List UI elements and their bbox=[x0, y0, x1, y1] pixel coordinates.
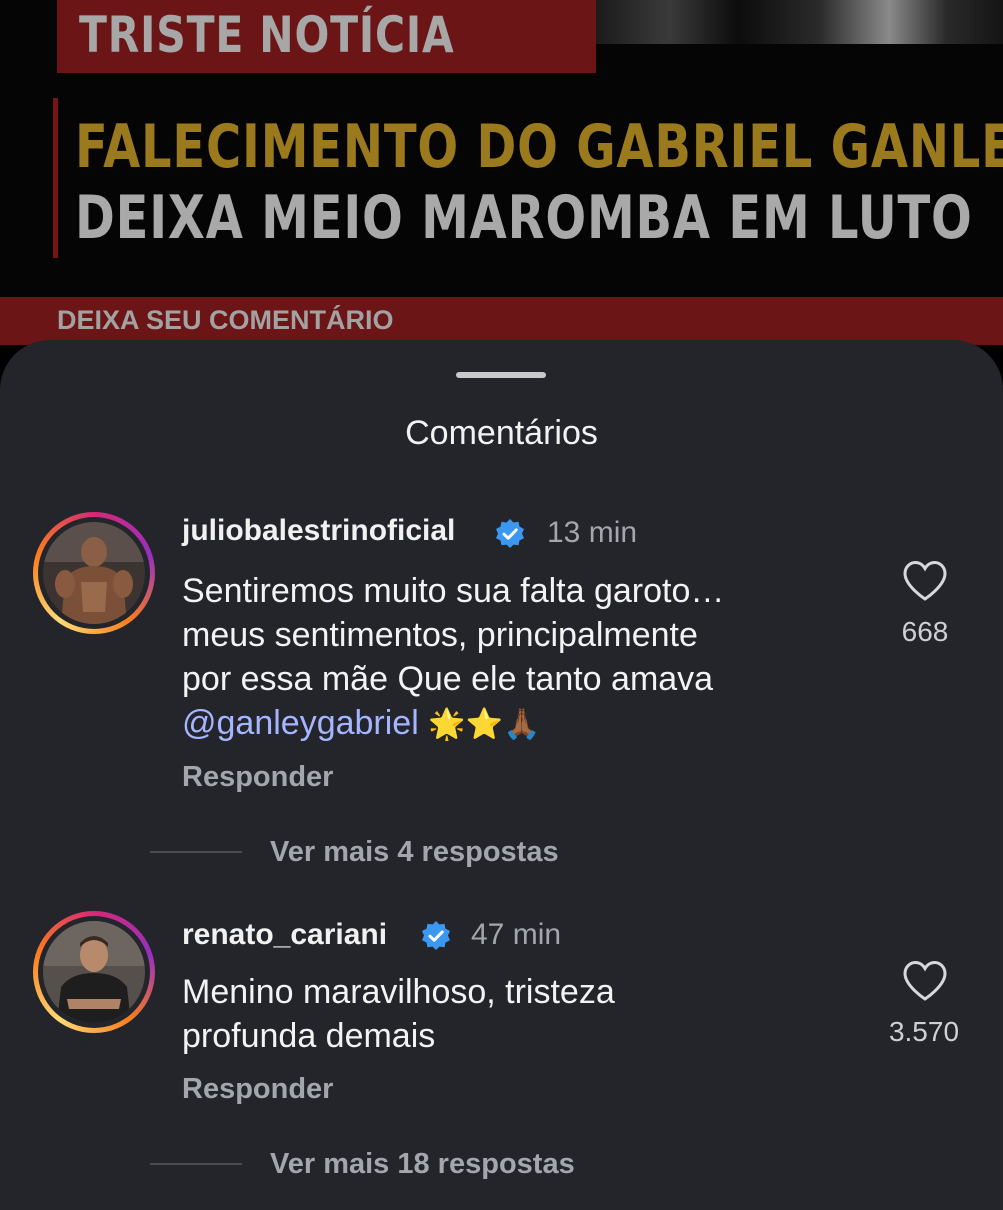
view-replies-button[interactable]: Ver mais 18 respostas bbox=[270, 1148, 575, 1181]
reply-button[interactable]: Responder bbox=[182, 761, 333, 794]
comment-emojis: 🌟⭐🙏🏾 bbox=[428, 708, 541, 741]
comment-text-line: por essa mãe Que ele tanto amava bbox=[182, 660, 714, 698]
drag-handle[interactable] bbox=[456, 372, 546, 378]
post-photo bbox=[596, 0, 1003, 44]
avatar-photo bbox=[43, 522, 145, 624]
comment-text-line: Sentiremos muito sua falta garoto… bbox=[182, 572, 725, 610]
comment-text-line: meus sentimentos, principalmente bbox=[182, 616, 698, 654]
banner-text: TRISTE NOTÍCIA bbox=[79, 6, 455, 64]
post-image: TRISTE NOTÍCIA FALECIMENTO DO GABRIEL GA… bbox=[0, 0, 1003, 345]
replies-divider bbox=[150, 851, 242, 853]
reply-button[interactable]: Responder bbox=[182, 1073, 333, 1106]
banner: TRISTE NOTÍCIA bbox=[57, 0, 596, 73]
heart-icon[interactable] bbox=[902, 960, 948, 1002]
avatar-photo bbox=[43, 921, 145, 1023]
sheet-title: Comentários bbox=[405, 414, 598, 452]
comment-username[interactable]: renato_cariani bbox=[182, 918, 387, 952]
avatar[interactable] bbox=[33, 911, 155, 1033]
comment-text: Sentiremos muito sua falta garoto… meus … bbox=[182, 569, 724, 747]
like-count: 3.570 bbox=[888, 1016, 960, 1047]
cta-band: DEIXA SEU COMENTÁRIO bbox=[0, 297, 1003, 345]
avatar[interactable] bbox=[33, 512, 155, 634]
verified-badge-icon bbox=[422, 921, 450, 950]
cta-text: DEIXA SEU COMENTÁRIO bbox=[57, 305, 394, 335]
view-replies-button[interactable]: Ver mais 4 respostas bbox=[270, 836, 559, 869]
headline-accent-bar bbox=[53, 98, 58, 258]
comments-sheet: Comentários juliobalestrinoficial 13 min… bbox=[0, 340, 1003, 1210]
comment-text-line: profunda demais bbox=[182, 1017, 436, 1055]
like-count: 668 bbox=[901, 616, 949, 647]
mention-link[interactable]: @ganleygabriel bbox=[182, 704, 419, 742]
heart-icon[interactable] bbox=[902, 560, 948, 602]
comment-username[interactable]: juliobalestrinoficial bbox=[182, 514, 455, 548]
comment-text-line: Menino maravilhoso, tristeza bbox=[182, 973, 615, 1011]
replies-divider bbox=[150, 1163, 242, 1165]
headline-line-1: FALECIMENTO DO GABRIEL GANLEY bbox=[75, 112, 1003, 182]
comment-time: 47 min bbox=[471, 918, 562, 951]
headline-line-2: DEIXA MEIO MAROMBA EM LUTO bbox=[75, 183, 973, 253]
comment-time: 13 min bbox=[547, 516, 638, 549]
verified-badge-icon bbox=[496, 519, 524, 548]
comment-text: Menino maravilhoso, tristeza profunda de… bbox=[182, 970, 615, 1058]
